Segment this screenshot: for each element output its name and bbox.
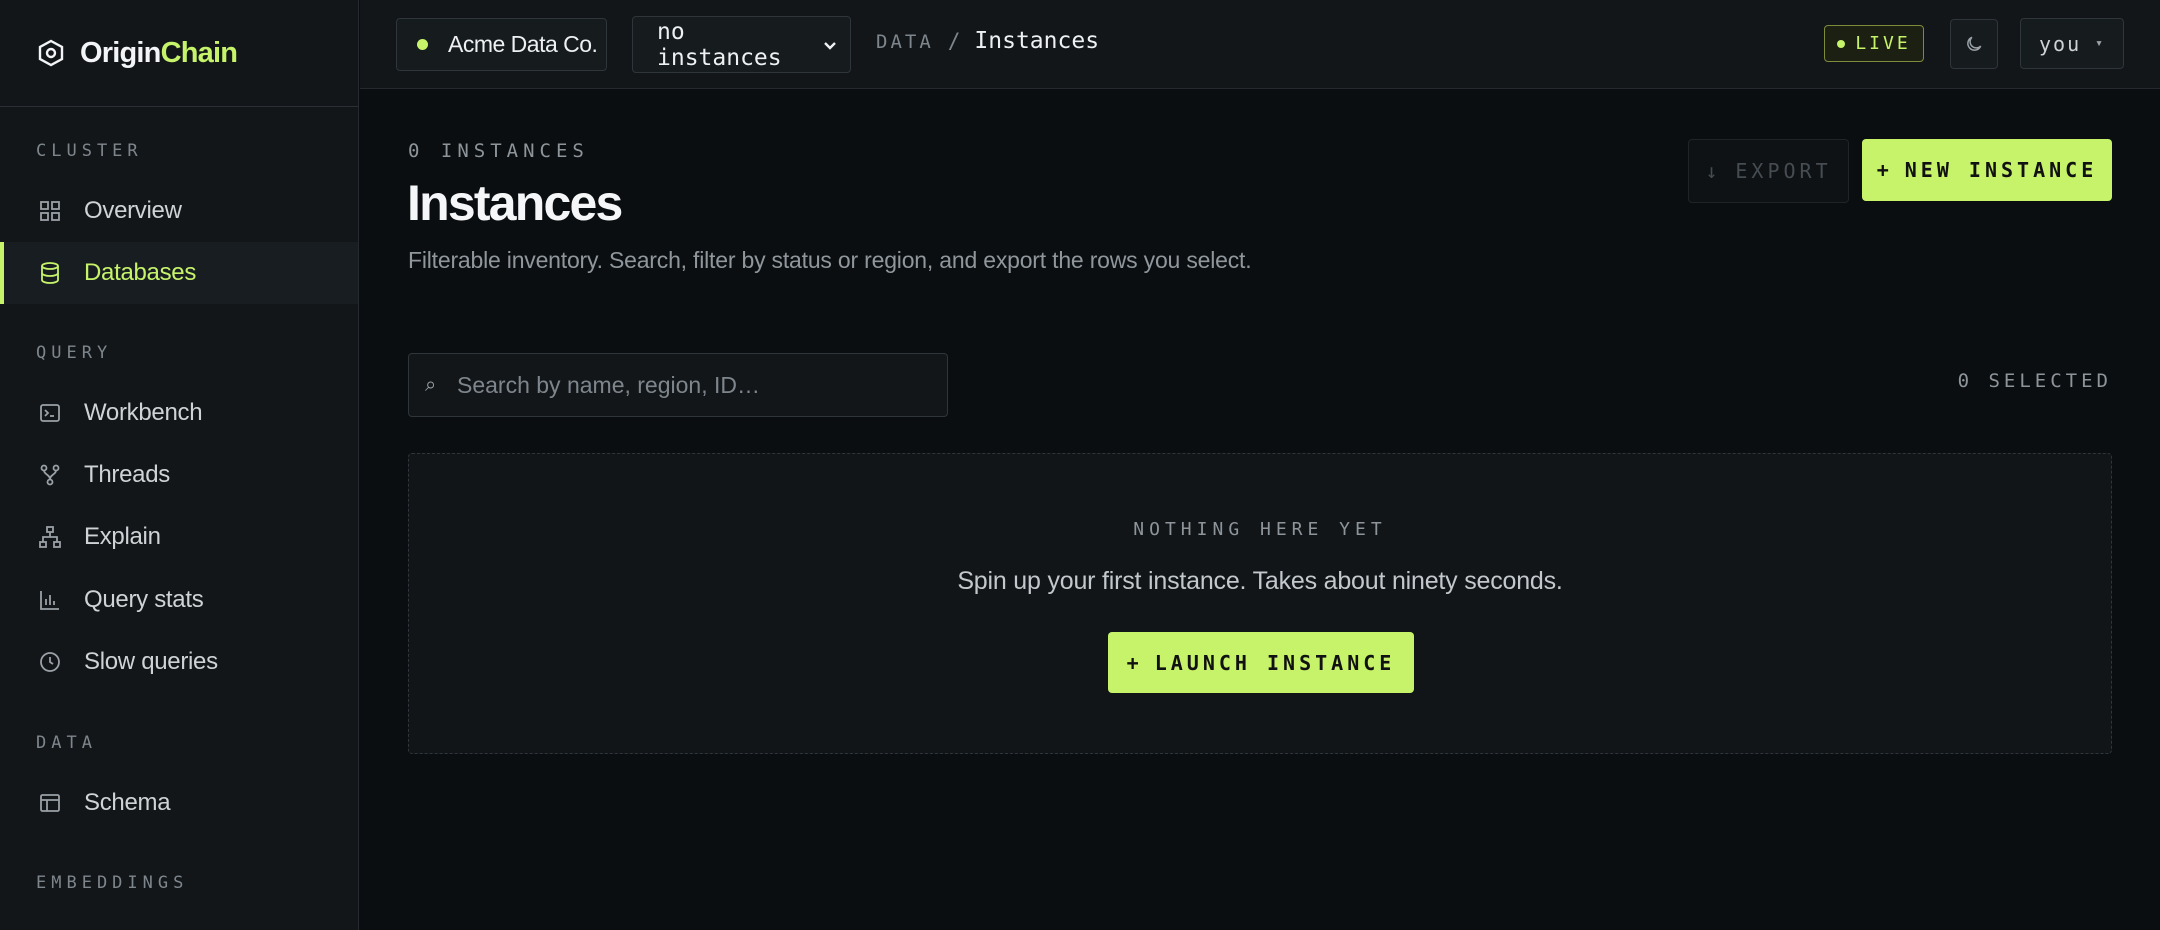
launch-instance-button[interactable]: + LAUNCH INSTANCE [1108, 632, 1414, 693]
database-icon [38, 261, 62, 285]
empty-state: NOTHING HERE YET Spin up your first inst… [408, 453, 2112, 754]
new-instance-button[interactable]: + NEW INSTANCE [1862, 139, 2112, 201]
user-menu-button[interactable]: you ▾ [2020, 18, 2124, 69]
instance-count: 0 INSTANCES [408, 140, 589, 162]
sidebar-item-schema[interactable]: Schema [0, 772, 358, 834]
sidebar-item-databases[interactable]: Databases [0, 242, 358, 304]
new-instance-label: NEW INSTANCE [1904, 158, 2098, 182]
user-name: you [2039, 31, 2082, 56]
download-icon: ↓ [1705, 159, 1722, 183]
export-button[interactable]: ↓ EXPORT [1688, 139, 1849, 203]
branch-icon [38, 463, 62, 487]
search-input[interactable] [457, 371, 937, 399]
section-label-query: QUERY [36, 343, 113, 363]
breadcrumb: DATA / Instances [876, 28, 1099, 54]
sidebar-item-label: Query stats [84, 586, 204, 613]
search-box: ⌕ [408, 353, 948, 417]
brand[interactable]: OriginChain [0, 0, 358, 107]
breadcrumb-separator: / [947, 29, 961, 53]
hexagon-icon [38, 39, 64, 67]
sidebar-item-query-stats[interactable]: Query stats [0, 569, 358, 631]
sidebar-item-label: Databases [84, 259, 197, 286]
plus-icon: + [1126, 650, 1143, 675]
org-switcher[interactable]: Acme Data Co. [396, 18, 607, 71]
hierarchy-icon [38, 525, 62, 549]
sidebar: OriginChain CLUSTER Overview Databases Q… [0, 0, 359, 930]
sidebar-item-label: Overview [84, 197, 182, 224]
org-name: Acme Data Co. [448, 31, 598, 57]
theme-toggle-button[interactable] [1950, 19, 1998, 69]
plus-icon: + [1876, 158, 1893, 182]
sidebar-item-label: Slow queries [84, 648, 218, 675]
page-subtitle: Filterable inventory. Search, filter by … [408, 247, 1252, 273]
sidebar-item-label: Threads [84, 461, 170, 488]
sidebar-item-label: Schema [84, 789, 171, 816]
breadcrumb-current: Instances [974, 28, 1100, 54]
status-dot [417, 39, 428, 50]
sidebar-item-label: Explain [84, 523, 161, 550]
breadcrumb-parent[interactable]: DATA [876, 31, 934, 53]
brand-name: OriginChain [80, 36, 238, 69]
topbar: Acme Data Co. no instances DATA / Instan… [360, 0, 2160, 89]
table-icon [38, 791, 62, 815]
sidebar-item-overview[interactable]: Overview [0, 180, 358, 242]
instance-select-value: no instances [657, 18, 782, 71]
live-label: LIVE [1855, 33, 1911, 54]
terminal-icon [38, 401, 62, 425]
bar-chart-icon [38, 588, 62, 612]
export-label: EXPORT [1735, 159, 1832, 183]
live-badge: LIVE [1824, 25, 1924, 62]
caret-down-icon: ▾ [2095, 36, 2105, 51]
page-title: Instances [407, 175, 623, 231]
grid-icon [38, 199, 62, 223]
clock-icon [38, 650, 62, 674]
moon-icon [1964, 34, 1984, 54]
sidebar-item-explain[interactable]: Explain [0, 506, 358, 568]
live-dot [1837, 39, 1846, 48]
empty-state-title: NOTHING HERE YET [1133, 519, 1387, 540]
section-label-data: DATA [36, 733, 97, 753]
section-label-cluster: CLUSTER [36, 141, 143, 161]
sidebar-item-threads[interactable]: Threads [0, 444, 358, 506]
search-icon: ⌕ [425, 373, 437, 396]
launch-instance-label: LAUNCH INSTANCE [1154, 650, 1396, 675]
sidebar-item-label: Workbench [84, 399, 203, 426]
instance-select[interactable]: no instances [632, 16, 851, 73]
sidebar-item-workbench[interactable]: Workbench [0, 382, 358, 444]
empty-state-text: Spin up your first instance. Takes about… [957, 567, 1563, 595]
chevron-down-icon [822, 37, 838, 53]
sidebar-item-slow-queries[interactable]: Slow queries [0, 631, 358, 693]
section-label-embeddings: EMBEDDINGS [36, 873, 189, 893]
selected-count: 0 SELECTED [1957, 370, 2112, 392]
